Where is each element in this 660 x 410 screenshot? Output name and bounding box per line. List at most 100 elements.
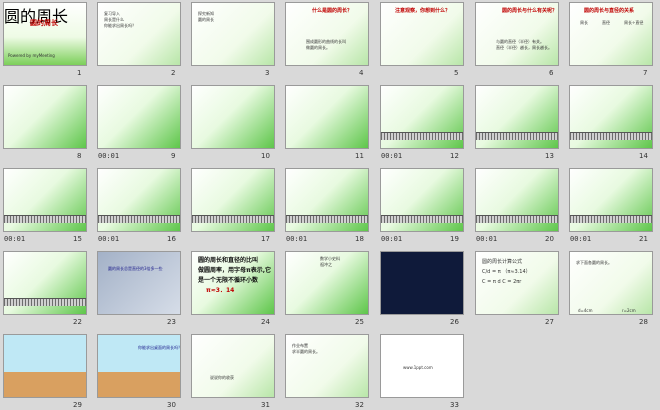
slide-thumbnail-27[interactable]: 圆的周长计算公式 C/d = π （π≈3.14） C = π d C = 2πr [475,251,559,315]
slide-thumbnail-7[interactable]: 圆的周长与直径的关系周长 直径 周长÷直径 [569,2,653,66]
slide-thumbnail-14[interactable] [569,85,653,149]
slide-number: 32 [355,401,364,409]
slide-thumbnail-2[interactable]: 复习导入 周长是什么 你能求出周长吗？ [97,2,181,66]
slide-text-line: 探究新知 [198,11,214,16]
slide-thumbnail-30[interactable]: 你能求出桌面的周长吗？ [97,334,181,398]
slide-text-line: 复习导入 [104,11,120,16]
slide-number: 19 [450,235,459,243]
slide-number: 29 [73,401,82,409]
ruler-strip [570,215,652,223]
slide-text-line: 你能求出周长吗？ [104,23,136,28]
slide-thumbnail-33[interactable]: 第1PPT www.1ppt.com [380,334,464,398]
slide-thumbnail-10[interactable] [191,85,275,149]
slide-text-line: 与圆的直径（半径）有关。 [496,39,544,44]
slide-thumbnail-17[interactable] [191,168,275,232]
slide-text-line: 求半圆的周长。 [292,349,320,354]
slide-number: 31 [261,401,270,409]
slide-text-line: 是一个无限不循环小数 [198,277,259,284]
slide-thumbnail-1[interactable]: 圆的周长 圆的周长 Powered by myMeeting [3,2,87,66]
slide-thumbnail-29[interactable] [3,334,87,398]
slide-text-line: 做圆的周长。 [306,45,330,50]
ruler-strip [381,215,463,223]
slide-text-line: 作业布置 [292,343,308,348]
slide-thumbnail-3[interactable]: 探究新知 圆的周长 [191,2,275,66]
slide-thumbnail-5[interactable]: 注意观察，你想到什么？ [380,2,464,66]
slide-timing: 00:01 [286,235,308,243]
ruler-strip [192,215,274,223]
slide-text-line: 圆的周长 [198,17,214,22]
slide-text-line: 数学小史料 [320,256,340,261]
slide-number: 27 [545,318,554,326]
slide-number: 22 [73,318,82,326]
table-header-cell: 直径 [602,20,610,25]
slide-text-line: C = π d C = 2πr [482,279,522,285]
slide-number: 28 [639,318,648,326]
slide-timing: 00:01 [4,235,26,243]
slide-thumbnail-8[interactable] [3,85,87,149]
slide-thumbnail-26[interactable] [380,251,464,315]
slide-thumbnail-24[interactable]: 圆的周长和直径的比叫 做圆周率，用字母π表示,它 是一个无限不循环小数 π≈3．14 [191,251,275,315]
slide-number: 4 [359,69,364,77]
slide-number: 14 [639,152,648,160]
slide-thumbnail-11[interactable] [285,85,369,149]
slide-thumbnail-20[interactable] [475,168,559,232]
slide-text-line: C/d = π （π≈3.14） [482,269,531,275]
slide-number: 6 [549,69,554,77]
slide-number: 17 [261,235,270,243]
slide-title: 圆的周长与直径的关系 [584,8,635,14]
slide-number: 3 [265,69,270,77]
slide-thumbnail-25[interactable]: 数学小史料 祖冲之 [285,251,369,315]
slide-text-line: d=4cm [578,308,593,313]
table-header-cell: 周长÷直径 [624,20,644,25]
slide-thumbnail-15[interactable] [3,168,87,232]
slide-number: 20 [545,235,554,243]
slide-timing: 00:01 [381,152,403,160]
slide-thumbnail-13[interactable] [475,85,559,149]
ruler-strip [98,215,180,223]
slide-number: 16 [167,235,176,243]
slide-text-line: 围成圆形的曲线的长叫 [306,39,346,44]
slide-number: 15 [73,235,82,243]
slide-thumbnail-12[interactable] [380,85,464,149]
table-header-cell: 周长 [580,20,588,25]
slide-number: 5 [454,69,459,77]
ruler-strip [4,298,86,306]
slide-text-line: 圆的周长计算公式 [482,259,523,265]
slide-thumbnail-28[interactable]: 求下面各圆的周长。 d=4cm r=2cm [569,251,653,315]
slide-text-line: 说说你的收获 [210,375,234,380]
slide-thumbnail-18[interactable] [285,168,369,232]
slide-text-line: 直径（半径）越长，周长越长。 [496,45,552,50]
slide-timing: 00:01 [98,152,120,160]
slide-text-line: www.1ppt.com [403,365,433,370]
slide-number: 2 [171,69,176,77]
slide-thumbnail-9[interactable] [97,85,181,149]
slide-thumbnail-4[interactable]: 什么是圆的周长？ 围成圆形的曲线的长叫 做圆的周长。 [285,2,369,66]
svg-text:圆: 圆 [4,7,21,26]
slide-thumbnail-22[interactable] [3,251,87,315]
slide-number: 30 [167,401,176,409]
slide-number: 25 [355,318,364,326]
slide-number: 24 [261,318,270,326]
slide-text-line: 你能求出桌面的周长吗？ [138,345,181,350]
slide-thumbnail-19[interactable] [380,168,464,232]
slide-number: 18 [355,235,364,243]
slide-number: 12 [450,152,459,160]
slide-title: 注意观察，你想到什么？ [395,8,451,14]
slide-number: 11 [355,152,364,160]
slide-number: 8 [77,152,82,160]
slide-timing: 00:01 [381,235,403,243]
slide-number: 7 [643,69,648,77]
ruler-strip [570,132,652,140]
slide-thumbnail-23[interactable]: 圆的周长总是直径的3倍多一些 [97,251,181,315]
slide-title: 圆的周长与什么有关呢？ [502,8,558,14]
slide-number: 23 [167,318,176,326]
slide-text-line: 做圆周率，用字母π表示,它 [198,267,272,274]
ruler-strip [476,132,558,140]
slide-thumbnail-16[interactable] [97,168,181,232]
slide-thumbnail-31[interactable]: 说说你的收获 [191,334,275,398]
slide-thumbnail-21[interactable] [569,168,653,232]
slide-thumbnail-32[interactable]: 作业布置 求半圆的周长。 [285,334,369,398]
slide-timing: 00:01 [98,235,120,243]
slide-thumbnail-6[interactable]: 圆的周长与什么有关呢？ 与圆的直径（半径）有关。 直径（半径）越长，周长越长。 [475,2,559,66]
slide-number: 33 [450,401,459,409]
